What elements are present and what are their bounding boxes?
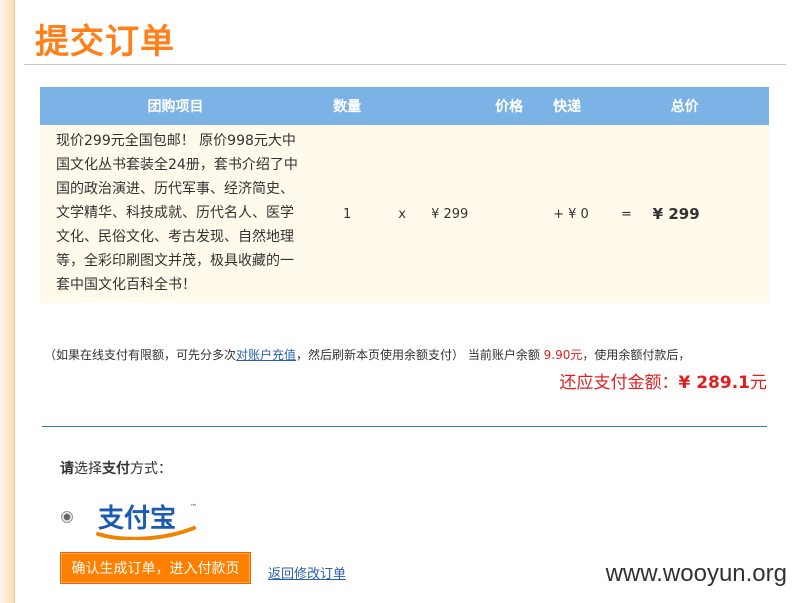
col-header-item: 团购项目 (40, 87, 312, 125)
item-shipping: + ¥ 0 (553, 125, 611, 303)
note-suffix: ，使用余额付款后， (582, 348, 691, 362)
choose-prefix: 请 (60, 461, 74, 477)
item-qty: 1 (311, 125, 384, 303)
col-header-total: 总价 (642, 87, 769, 125)
amount-due-label: 还应支付金额： (559, 373, 679, 393)
item-description: 现价299元全国包邮！ 原价998元大中国文化丛书套装全24册，套书介绍了中国的… (40, 125, 312, 303)
col-header-spacer-1 (383, 87, 422, 125)
col-header-price: 价格 (421, 87, 554, 125)
title-divider (24, 64, 786, 65)
account-balance: 9.90元 (543, 348, 583, 362)
choose-suffix: 方式： (130, 461, 172, 477)
amount-due: 还应支付金额：¥ 289.1元 (559, 368, 767, 393)
alipay-logo[interactable]: 支付宝 ™ (94, 500, 198, 540)
times-sign: x (383, 125, 422, 303)
payment-method-label: 请选择支付方式： (60, 458, 172, 478)
confirm-order-button[interactable]: 确认生成订单，进入付款页 (60, 552, 251, 584)
back-to-edit-link[interactable]: 返回修改订单 (268, 563, 346, 582)
alipay-logo-tm: ™ (190, 503, 197, 511)
page-title: 提交订单 (35, 22, 175, 62)
note-middle: ，然后刷新本页使用余额支付） 当前账户余额 (296, 348, 544, 362)
item-price: ¥ 299 (421, 125, 554, 303)
watermark: www.wooyun.org (605, 560, 787, 587)
choose-bold: 支付 (102, 461, 130, 477)
table-header-row: 团购项目 数量 价格 快递 总价 (40, 87, 769, 125)
equals-sign: = (610, 125, 643, 303)
item-total-cell: ¥ 299 (642, 125, 769, 303)
col-header-qty: 数量 (311, 87, 384, 125)
left-rail (0, 0, 15, 603)
recharge-link[interactable]: 对账户充值 (236, 348, 296, 362)
order-table: 团购项目 数量 价格 快递 总价 现价299元全国包邮！ 原价998元大中国文化… (40, 87, 769, 303)
amount-due-unit: 元 (750, 373, 767, 393)
col-header-spacer-2 (610, 87, 643, 125)
alipay-logo-text: 支付宝 (98, 503, 176, 534)
table-row: 现价299元全国包邮！ 原价998元大中国文化丛书套装全24册，套书介绍了中国的… (40, 125, 769, 303)
alipay-radio[interactable] (61, 511, 73, 523)
col-header-shipping: 快递 (553, 87, 611, 125)
choose-mid: 选择 (74, 461, 102, 477)
section-divider (42, 426, 767, 427)
note-prefix: （如果在线支付有限额，可先分多次 (44, 348, 237, 362)
item-total: ¥ 299 (652, 205, 700, 223)
amount-due-value: ¥ 289.1 (678, 373, 750, 393)
balance-note: （如果在线支付有限额，可先分多次对账户充值，然后刷新本页使用余额支付） 当前账户… (44, 346, 769, 363)
